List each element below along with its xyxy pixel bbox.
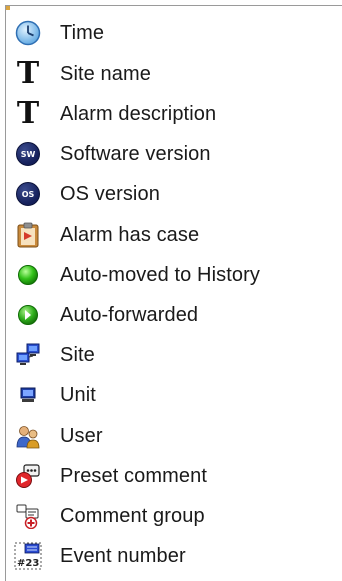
menu-item-label: Auto-forwarded	[60, 303, 199, 326]
menu-item-user[interactable]: User	[14, 419, 339, 453]
menu-item-label: Software version	[60, 142, 211, 165]
menu-item-label: Preset comment	[60, 464, 208, 487]
menu-item-preset-comment[interactable]: Preset comment	[14, 459, 339, 493]
menu-item-label: OS version	[60, 182, 160, 205]
event-number-icon: #23	[14, 542, 42, 570]
menu-item-unit[interactable]: Unit	[14, 378, 339, 412]
clock-icon	[14, 19, 42, 47]
preset-comment-icon	[14, 462, 42, 490]
corner-marker	[6, 6, 10, 10]
os-badge-icon: OS	[14, 180, 42, 208]
case-clipboard-icon	[14, 221, 42, 249]
menu-item-label: Site	[60, 343, 95, 366]
menu-item-os-version[interactable]: OS OS version	[14, 177, 339, 211]
text-t-icon: T	[16, 96, 40, 131]
menu-item-site[interactable]: Site	[14, 338, 339, 372]
comment-group-icon	[14, 502, 42, 530]
network-computers-icon	[14, 341, 42, 369]
menu-item-label: Event number	[60, 544, 186, 567]
menu-item-label: Auto-moved to History	[60, 263, 260, 286]
os-badge-text: OS	[16, 182, 40, 206]
green-forward-icon	[14, 301, 42, 329]
menu-item-alarm-has-case[interactable]: Alarm has case	[14, 218, 339, 252]
menu-item-software-version[interactable]: SW Software version	[14, 137, 339, 171]
computer-unit-icon	[14, 381, 42, 409]
menu-item-time[interactable]: Time	[14, 16, 339, 50]
menu-item-label: Site name	[60, 62, 151, 85]
menu-item-label: Comment group	[60, 504, 205, 527]
sw-badge-icon: SW	[14, 140, 42, 168]
menu-item-comment-group[interactable]: Comment group	[14, 499, 339, 533]
menu-item-label: User	[60, 424, 103, 447]
column-chooser-menu: Time T Site name T Alarm description SW …	[5, 5, 342, 581]
event-number-badge-text: #23	[17, 558, 39, 569]
menu-item-site-name[interactable]: T Site name	[14, 57, 339, 91]
menu-item-label: Time	[60, 21, 105, 44]
menu-item-event-number[interactable]: #23 Event number	[14, 539, 339, 573]
menu-item-label: Alarm description	[60, 102, 217, 125]
green-dot-icon	[14, 261, 42, 289]
users-icon	[14, 422, 42, 450]
menu-item-auto-forwarded[interactable]: Auto-forwarded	[14, 298, 339, 332]
menu-item-label: Unit	[60, 383, 96, 406]
text-t-icon: T	[16, 56, 40, 91]
menu-item-label: Alarm has case	[60, 223, 200, 246]
sw-badge-text: SW	[16, 142, 40, 166]
menu-item-alarm-description[interactable]: T Alarm description	[14, 97, 339, 131]
menu-item-auto-moved-to-history[interactable]: Auto-moved to History	[14, 258, 339, 292]
